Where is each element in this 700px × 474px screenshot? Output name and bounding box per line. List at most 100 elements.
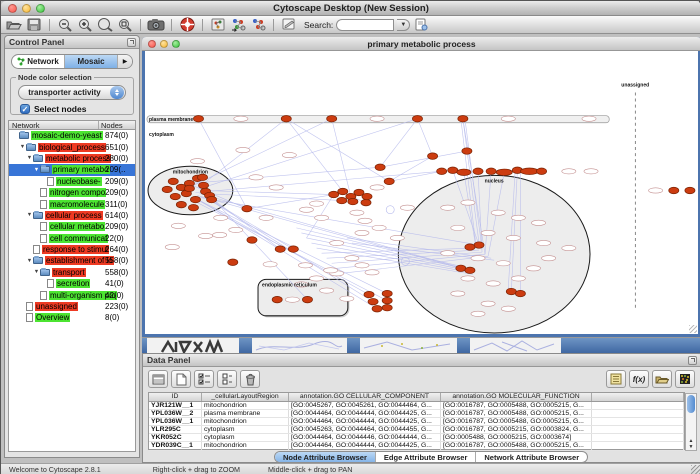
gene-node[interactable] — [496, 169, 512, 175]
gene-node[interactable] — [448, 167, 458, 173]
float-panel-icon[interactable] — [688, 356, 697, 365]
scrollbar-arrows[interactable]: ▲▼ — [686, 438, 696, 450]
import-attributes-file-icon[interactable] — [652, 370, 672, 388]
gene-node[interactable] — [275, 246, 285, 252]
gene-node[interactable] — [190, 196, 200, 202]
gene-node-label[interactable] — [372, 225, 386, 230]
tree-row[interactable]: Overview8(0) — [9, 312, 135, 323]
gene-node[interactable] — [281, 115, 291, 121]
gene-node-label[interactable] — [370, 185, 384, 190]
search-input[interactable] — [336, 19, 394, 31]
table-cell[interactable]: cytoplasm — [202, 434, 289, 441]
gene-node[interactable] — [362, 193, 372, 199]
gene-node-label[interactable] — [511, 215, 525, 220]
gene-node-label[interactable] — [269, 185, 283, 190]
search-dropdown[interactable]: ▼ — [397, 19, 410, 31]
scrollbar-thumb[interactable] — [687, 395, 695, 413]
table-scrollbar[interactable]: ▲▼ — [685, 393, 697, 451]
gene-node-label[interactable] — [355, 263, 369, 268]
snapshot-icon[interactable] — [147, 17, 165, 33]
tree-row[interactable]: ▼transport558(0) — [9, 267, 135, 278]
table-cell[interactable]: [GO:0045267, GO:0045261, GO:0044464, G..… — [289, 402, 441, 409]
column-header[interactable]: _cellularLayoutRegion — [202, 393, 289, 401]
table-cell[interactable] — [592, 418, 684, 425]
manage-networks-icon[interactable] — [209, 17, 227, 33]
unselect-attributes-icon[interactable] — [217, 370, 237, 388]
network-canvas[interactable]: plasma membranecytoplasmmitochondrionnuc… — [145, 51, 698, 334]
gene-node[interactable] — [361, 199, 371, 205]
gene-node[interactable] — [198, 182, 208, 188]
gene-node-label[interactable] — [249, 175, 263, 180]
gene-node-label[interactable] — [486, 281, 500, 286]
gene-node[interactable] — [338, 188, 348, 194]
zoom-out-icon[interactable] — [56, 17, 74, 33]
table-cell[interactable]: [GO:0016787, GO:0005488, GO:0005215, G..… — [441, 402, 592, 409]
gene-node[interactable] — [456, 265, 466, 271]
gene-node[interactable] — [437, 168, 447, 174]
window-resize-grip[interactable] — [689, 325, 697, 333]
gene-node-label[interactable] — [506, 235, 520, 240]
gene-node-label[interactable] — [309, 201, 323, 206]
gene-node[interactable] — [207, 196, 217, 202]
gene-node[interactable] — [457, 169, 471, 175]
attribute-table[interactable]: ID_cellularLayoutRegionannotation.GO CEL… — [148, 392, 685, 450]
float-panel-icon[interactable] — [127, 38, 136, 47]
import-attributes-icon[interactable] — [249, 17, 267, 33]
table-cell[interactable] — [592, 402, 684, 409]
delete-attribute-icon[interactable] — [240, 370, 260, 388]
tree-header-nodes[interactable]: Nodes — [99, 121, 135, 129]
table-cell[interactable]: mitochondrion — [202, 418, 289, 425]
table-cell[interactable] — [592, 442, 684, 449]
gene-node[interactable] — [193, 115, 203, 121]
gene-node-label[interactable] — [390, 235, 404, 240]
help-icon[interactable] — [178, 17, 196, 33]
zoom-selected-icon[interactable] — [116, 17, 134, 33]
gene-node-label[interactable] — [370, 116, 384, 121]
disclosure-triangle-icon[interactable]: ▼ — [33, 269, 40, 275]
gene-node[interactable] — [462, 148, 472, 154]
gene-node-label[interactable] — [531, 220, 545, 225]
gene-node[interactable] — [382, 297, 392, 303]
tree-row[interactable]: unassigned223(0) — [9, 301, 135, 312]
gene-node[interactable] — [537, 168, 547, 174]
tab-node-attribute-browser[interactable]: Node Attribute Browser — [275, 452, 376, 462]
tree-row[interactable]: secretion41(0) — [9, 278, 135, 289]
table-cell[interactable]: [GO:0016787, GO:0005488, GO:0005215, G..… — [441, 418, 592, 425]
gene-node[interactable] — [302, 296, 312, 302]
close-button[interactable] — [148, 40, 156, 48]
gene-node[interactable] — [272, 296, 282, 302]
table-cell[interactable]: YPL036W__2 — [149, 410, 202, 417]
disclosure-triangle-icon[interactable]: ▼ — [26, 212, 33, 218]
column-header[interactable]: annotation.GO MOLECULAR_FUNCTION — [441, 393, 592, 401]
gene-node-label[interactable] — [324, 268, 338, 273]
gene-node-label[interactable] — [165, 244, 179, 249]
gene-node[interactable] — [337, 197, 347, 203]
table-row[interactable]: YPL036W__2plasma membrane[GO:0044464, GO… — [149, 410, 684, 418]
gene-node-label[interactable] — [451, 225, 465, 230]
app-resize-grip[interactable] — [691, 465, 700, 474]
gene-node-label[interactable] — [526, 266, 540, 271]
gene-node-label[interactable] — [190, 159, 204, 164]
gene-node-label[interactable] — [501, 306, 515, 311]
gene-node[interactable] — [364, 291, 374, 297]
tab-network[interactable]: Network — [12, 55, 65, 68]
table-row[interactable]: YDR039C__1mitochondrion[GO:0044464, GO:0… — [149, 442, 684, 450]
close-button[interactable] — [8, 4, 17, 13]
gene-node[interactable] — [170, 193, 180, 199]
gene-node-label[interactable] — [358, 218, 372, 223]
gene-node-label[interactable] — [263, 262, 277, 267]
attribute-table-icon[interactable] — [148, 370, 168, 388]
tree-row[interactable]: macromolecule311(0) — [9, 198, 135, 209]
table-cell[interactable]: [GO:0044464, GO:0044444, GO:0044425, G..… — [289, 410, 441, 417]
gene-node[interactable] — [327, 115, 337, 121]
save-session-icon[interactable] — [25, 17, 43, 33]
table-cell[interactable]: [GO:0016787, GO:0005488, GO:0005215, G..… — [441, 442, 592, 449]
gene-node[interactable] — [329, 191, 339, 197]
table-cell[interactable] — [592, 426, 684, 433]
zoom-in-icon[interactable] — [76, 17, 94, 33]
gene-node[interactable] — [473, 168, 483, 174]
gene-node-label[interactable] — [355, 230, 369, 235]
gene-node-label[interactable] — [214, 215, 228, 220]
gene-node-label[interactable] — [441, 251, 455, 256]
select-nodes-checkbox[interactable]: ✓ — [20, 104, 30, 114]
